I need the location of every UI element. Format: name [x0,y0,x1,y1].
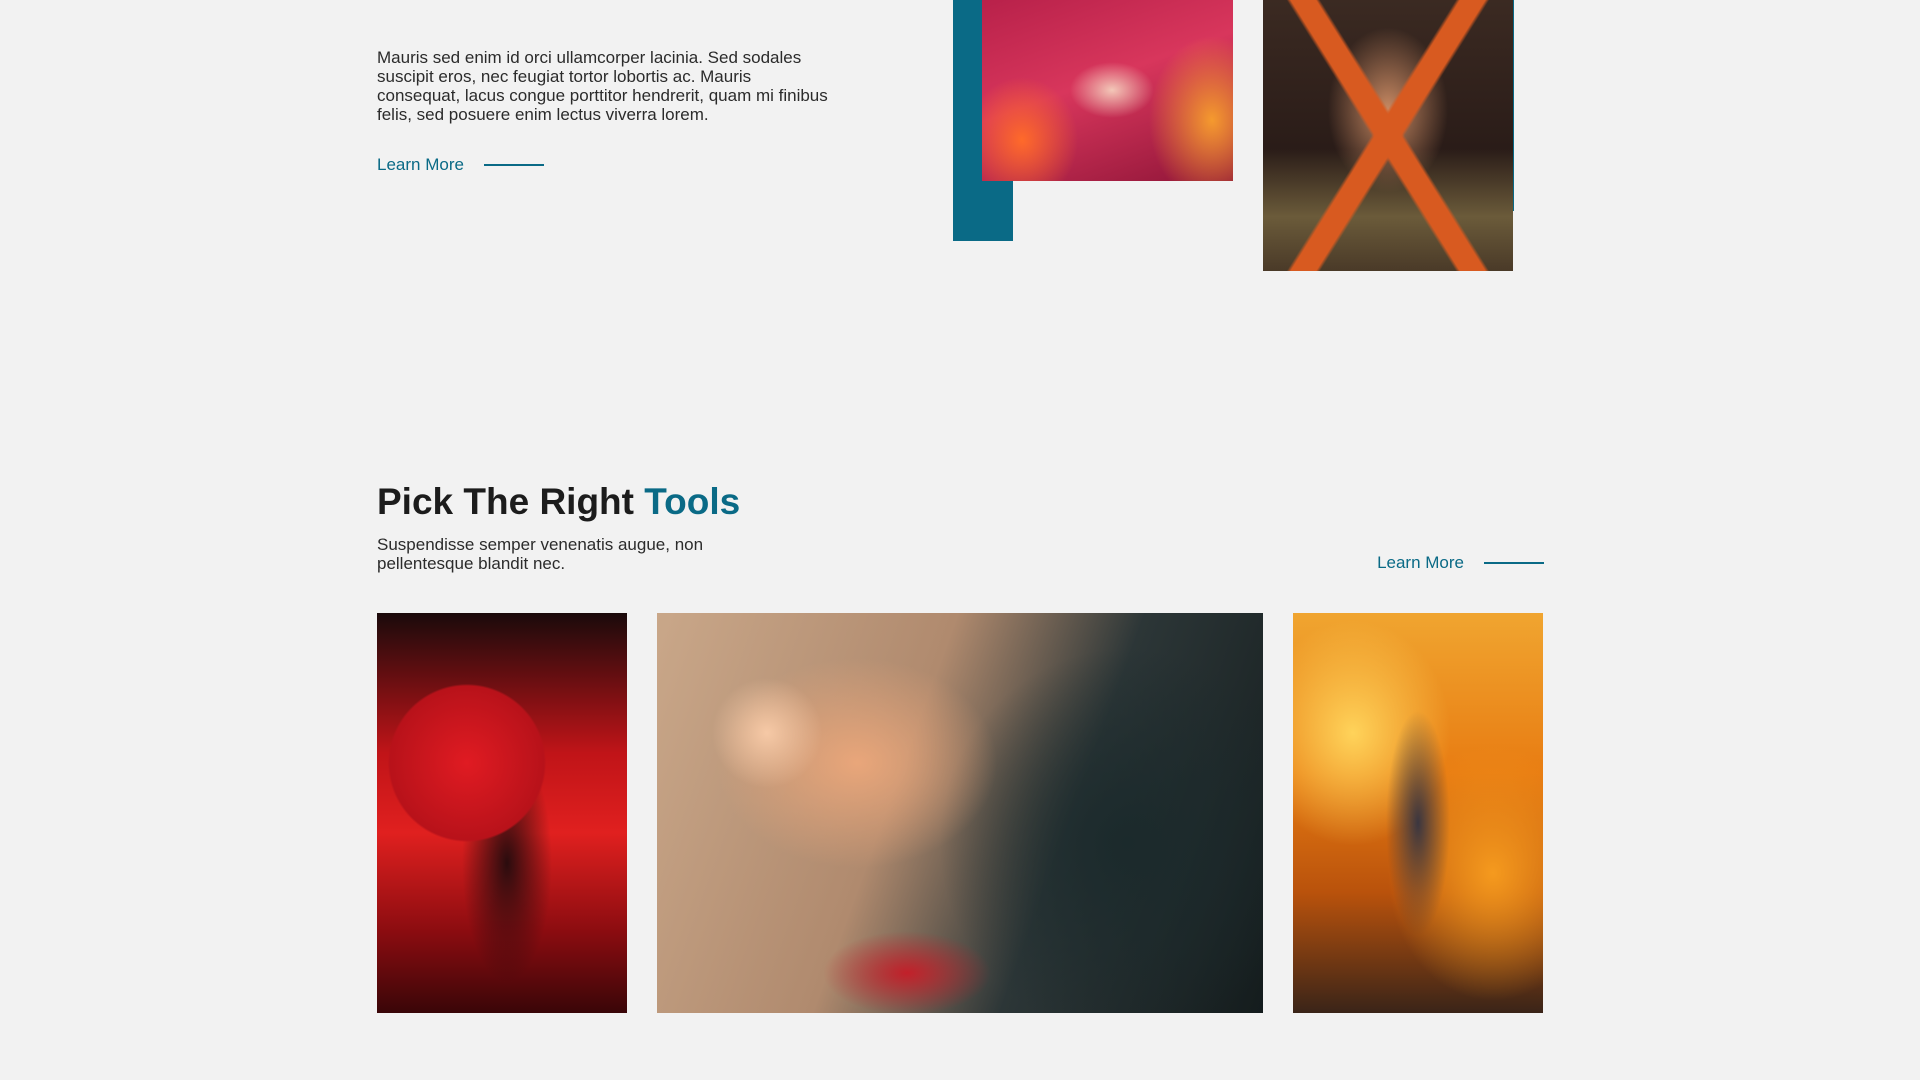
learn-more-label: Learn More [377,155,464,174]
gallery-image-battle[interactable] [657,613,1263,1013]
section-title-main: Pick The Right [377,481,645,522]
intro-learn-more-link[interactable]: Learn More [377,155,544,175]
tools-learn-more-link[interactable]: Learn More [1377,553,1544,573]
intro-paragraph: Mauris sed enim id orci ullamcorper laci… [377,48,828,124]
learn-more-label: Learn More [1377,553,1464,572]
artwork-warrior-image [1263,0,1513,271]
section-title-accent: Tools [644,481,741,522]
section-title: Pick The Right Tools [377,478,740,526]
gallery-image-fire-warrior[interactable] [1293,613,1543,1013]
gallery-image-archer[interactable] [377,613,627,1013]
artwork-red-robe-image [982,0,1233,181]
section-subtitle: Suspendisse semper venenatis augue, non … [377,535,704,573]
arrow-line-icon [483,164,544,166]
arrow-line-icon [1484,562,1544,564]
